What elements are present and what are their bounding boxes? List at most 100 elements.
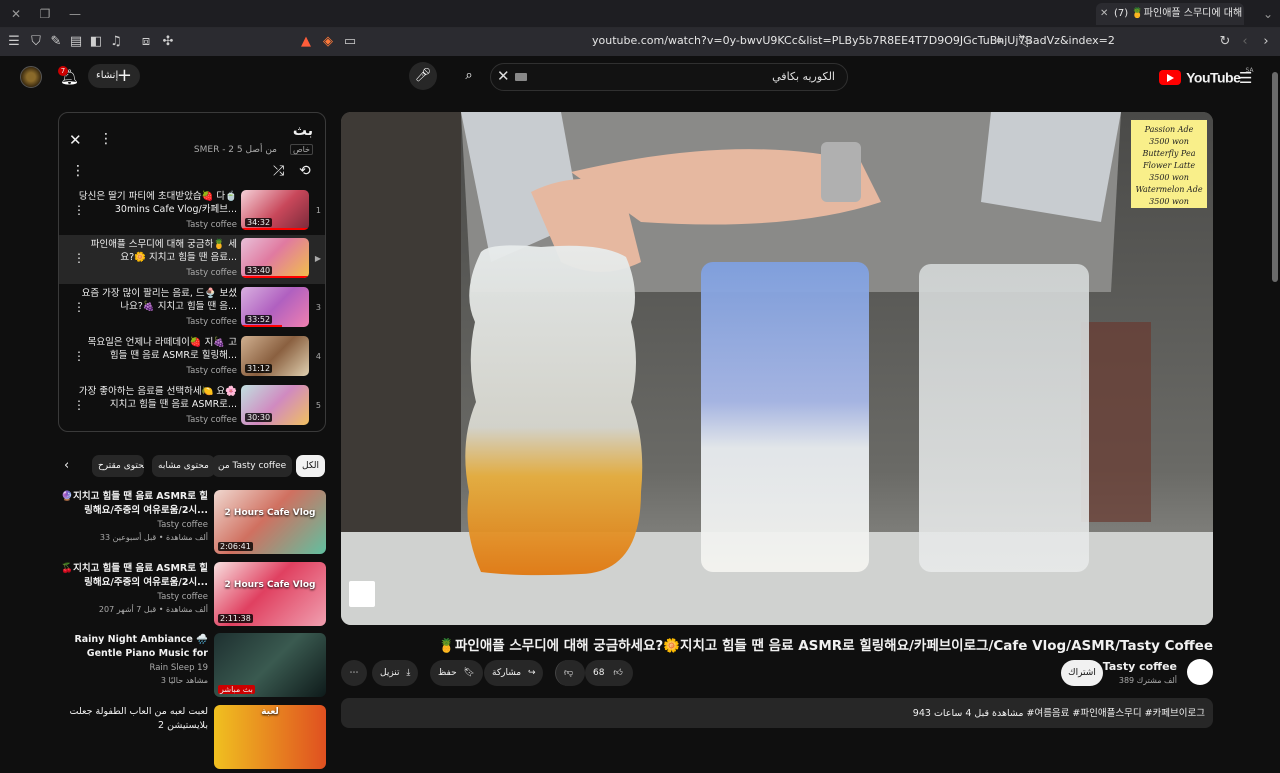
playlist-item[interactable]: ⋮ 당신은 딸기 파티에 초대받았습🍓 다🍵 30mins Cafe Vlog/… (59, 187, 325, 236)
playlist-item-active[interactable]: ⋮ 파인애플 스무디에 대해 궁금하🍍 세요?🌼 지치고 힘들 땐 음료... … (59, 235, 325, 284)
tab-list-icon[interactable]: ⌄ (1260, 6, 1276, 22)
video-player[interactable]: Passion Ade 3500 won Butterfly Pea Flowe… (341, 112, 1213, 625)
related-title: Rainy Night Ambiance 🌧️ Gentle Piano Mus… (74, 634, 208, 659)
playlist-menu-icon[interactable]: ⋮ (99, 131, 113, 147)
butterfly-pea-glass (701, 262, 869, 572)
chip-related[interactable]: محتوى مشابه (152, 455, 215, 477)
browser-tab-bar: ✕ ❐ — + ✕ (7) 🍍파인애플 스무디에 대해 ⌄ (0, 0, 1280, 28)
guide-menu-icon[interactable]: ☰ (1239, 69, 1252, 87)
menu-icon[interactable]: ☰ (6, 34, 22, 50)
playlist-actions-icon[interactable]: ⋮ (71, 163, 85, 179)
related-thumbnail: لعبة (214, 705, 326, 769)
tabs-icon[interactable]: ▤ (68, 34, 84, 50)
dislike-button[interactable]: 👎︎ (555, 660, 585, 686)
loop-icon[interactable]: ⟲ (299, 163, 311, 179)
item-number: 3 (315, 303, 321, 312)
item-number: 1 (315, 206, 321, 215)
subscriber-count: 389 ألف مشترك (1118, 676, 1177, 685)
bookmark-icon[interactable]: 🔖︎ (1017, 34, 1034, 50)
channel-watermark[interactable] (349, 581, 375, 607)
download-button[interactable]: تنزيل ⤓ (372, 660, 419, 686)
plus-icon: + (116, 65, 132, 86)
avatar[interactable] (20, 66, 42, 88)
browser-toolbar: ☰ ⛉ ✎ ▤ ◧ ♫ ⧈ ✣ ▲ ◈ ▭ youtube.com/watch?… (0, 28, 1280, 56)
related-thumbnail: بث مباشر (214, 633, 326, 697)
logo-text: YouTube (1186, 69, 1241, 86)
reader-mode-icon[interactable]: ▭ (342, 34, 358, 50)
related-meta: 3 مشاهد حاليًا (160, 676, 208, 685)
share-label: مشاركة (492, 668, 522, 678)
search-value: الكوريه بكافي (772, 70, 835, 83)
playlist-item[interactable]: ⋮ 요즘 가장 많이 팔리는 음료, 드🍨 보셨나요?🍇 지치고 힘들 땐 음.… (59, 284, 325, 333)
brave-rewards-icon[interactable]: ▲ (298, 34, 314, 50)
close-window-icon[interactable]: ✕ (8, 6, 24, 22)
item-number: 5 (315, 401, 321, 410)
related-video[interactable]: Rainy Night Ambiance 🌧️ Gentle Piano Mus… (58, 633, 326, 701)
playlist-item[interactable]: ⋮ 가장 좋아하는 음료를 선택하세🍋 요🌸 지치고 힘들 땐 음료 ASMR로… (59, 382, 325, 431)
thumb-caption: لعبة (261, 707, 279, 717)
create-button[interactable]: إنشاء + (88, 64, 140, 88)
search-icon[interactable]: ⌕ (455, 62, 483, 90)
chip-all[interactable]: الكل (296, 455, 326, 477)
like-button[interactable]: 68 👍︎ (585, 660, 633, 686)
shuffle-icon[interactable]: ⤮ (273, 163, 284, 179)
close-playlist-icon[interactable]: ✕ (69, 131, 82, 149)
shield-icon[interactable]: ⛉ (28, 34, 44, 50)
related-title: لعبت لعبه من العاب الطفولة جعلت بلايستيش… (69, 706, 208, 731)
thumb-caption: 2 Hours Cafe Vlog (224, 580, 316, 590)
item-thumbnail: 30:30 (241, 385, 309, 425)
keyboard-icon[interactable] (515, 73, 527, 81)
description-box[interactable]: 943 مشاهدة قبل 4 ساعات #여름음료 #파인애플스무디 #카… (341, 698, 1213, 728)
extensions-icon[interactable]: ✎ (48, 34, 64, 50)
restore-window-icon[interactable]: ❐ (37, 6, 53, 22)
url-bar[interactable]: youtube.com/watch?v=0y-bwvU9KCc&list=PLB… (592, 34, 1115, 47)
forward-icon[interactable]: › (1258, 34, 1274, 50)
playlist-item[interactable]: ⋮ 목요일은 언제나 라떼데이🍓 지🍇 고 힘들 땐 음료 ASMR로 힐링해.… (59, 333, 325, 382)
item-channel: Tasty coffee (186, 268, 237, 278)
reload-icon[interactable]: ↻ (1217, 34, 1233, 50)
channel-avatar[interactable] (1187, 659, 1213, 685)
page-scrollbar[interactable] (1272, 72, 1278, 282)
item-thumbnail: 33:40 (241, 238, 309, 278)
search-input[interactable]: ✕ الكوريه بكافي (490, 63, 848, 91)
brave-shields-icon[interactable]: ◈ (320, 34, 336, 50)
clear-search-icon[interactable]: ✕ (497, 67, 510, 85)
more-actions-button[interactable]: ⋯ (341, 660, 367, 686)
chip-suggested[interactable]: محتوى مقترح (92, 455, 144, 477)
browser-tab[interactable]: ✕ (7) 🍍파인애플 스무디에 대해 (1096, 3, 1244, 25)
puzzle-icon[interactable]: ✣ (160, 34, 176, 50)
related-video[interactable]: لعبت لعبه من العاب الطفولة جعلت بلايستيش… (58, 705, 326, 773)
live-badge: بث مباشر (218, 685, 255, 694)
privacy-badge: خاص (289, 144, 313, 155)
save-button[interactable]: حفظ 🔖︎ (430, 660, 483, 686)
related-title: 🍒지치고 힘들 땐 음료 ASMR로 힐링해요/주중의 여유로움/2시... (61, 563, 208, 588)
related-video[interactable]: 🔮지치고 힘들 땐 음료 ASMR로 힐링해요/주중의 여유로움/2시... T… (58, 490, 326, 558)
like-count: 68 (593, 668, 605, 678)
back-icon[interactable]: ‹ (1237, 34, 1253, 50)
item-channel: Tasty coffee (186, 317, 237, 327)
screenshot-icon[interactable]: ⧈ (138, 34, 154, 50)
item-channel: Tasty coffee (186, 366, 237, 376)
chip-from-channel[interactable]: من Tasty coffee (212, 455, 293, 477)
related-meta: 207 ألف مشاهدة • قبل 7 أشهر (98, 605, 208, 614)
share-icon: ↪ (527, 668, 536, 678)
note-line: 3500 won (1149, 197, 1189, 206)
channel-name[interactable]: Tasty coffee (1103, 660, 1177, 673)
music-icon[interactable]: ♫ (108, 34, 124, 50)
video-frame (341, 112, 1213, 625)
item-duration: 33:40 (245, 266, 273, 275)
back-jar (1081, 322, 1151, 522)
share-link-icon[interactable]: ⚭ (992, 34, 1008, 50)
minimize-window-icon[interactable]: — (67, 6, 83, 22)
mic-icon[interactable]: 🎤︎ (409, 62, 437, 90)
subscribe-button[interactable]: اشتراك (1061, 660, 1103, 686)
create-label: إنشاء (96, 70, 119, 81)
close-tab-icon[interactable]: ✕ (1100, 3, 1108, 25)
item-channel: Tasty coffee (186, 220, 237, 230)
related-video[interactable]: 🍒지치고 힘들 땐 음료 ASMR로 힐링해요/주중의 여유로움/2시... T… (58, 562, 326, 630)
thumbs-down-icon: 👎︎ (564, 668, 574, 678)
share-button[interactable]: مشاركة ↪ (484, 660, 544, 686)
sidebar-icon[interactable]: ◧ (88, 34, 104, 50)
note-line: 3500 won (1149, 173, 1189, 182)
chevron-left-icon[interactable]: ‹ (64, 458, 69, 473)
